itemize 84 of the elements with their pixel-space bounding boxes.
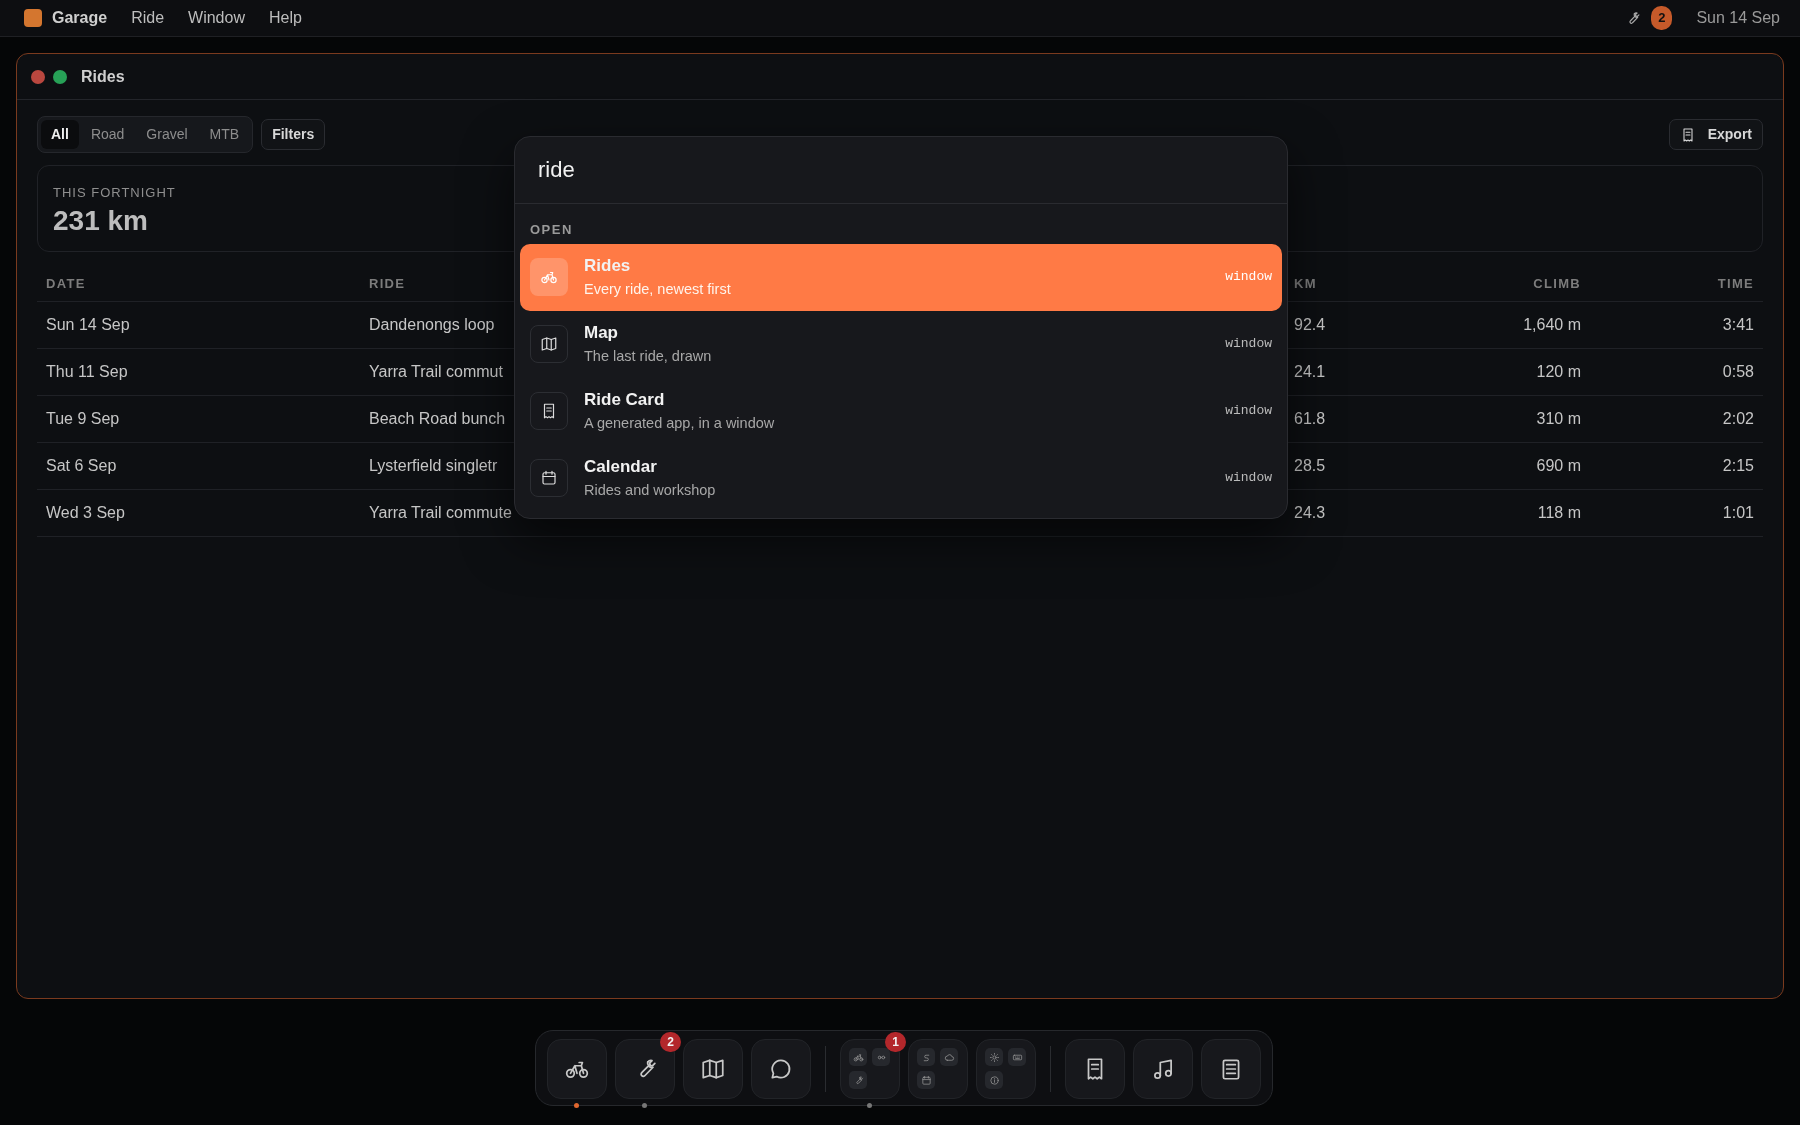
table-cell: Yarra Trail commut xyxy=(369,362,503,380)
search-field[interactable]: ride xyxy=(515,137,1287,204)
result-title: Calendar xyxy=(584,456,658,479)
dock-folder[interactable] xyxy=(840,1039,900,1099)
dock-app-icon[interactable] xyxy=(615,1039,675,1099)
table-cell: Beach Road bunch xyxy=(369,409,506,427)
sun-icon xyxy=(988,1051,1000,1063)
table-cell: 2:02 xyxy=(1722,409,1754,427)
filters-button[interactable]: Filters xyxy=(261,119,326,150)
column-header[interactable]: KM xyxy=(1294,276,1317,291)
table-cell: Tue 9 Sep xyxy=(46,409,120,427)
table-cell: Sat 6 Sep xyxy=(46,456,117,474)
result-subtitle: Rides and workshop xyxy=(584,480,716,500)
menu-item[interactable]: Ride xyxy=(131,6,165,30)
result-tag: window xyxy=(1225,468,1272,488)
bicycle-icon xyxy=(852,1051,864,1063)
table-cell: Wed 3 Sep xyxy=(46,503,125,521)
filter-tab[interactable]: MTB xyxy=(199,120,250,149)
info-icon xyxy=(988,1074,1000,1086)
table-cell: 118 m xyxy=(1537,503,1581,521)
table-cell: 3:41 xyxy=(1722,315,1754,333)
result-subtitle: The last ride, drawn xyxy=(584,346,712,366)
table-cell: 61.8 xyxy=(1294,409,1326,427)
notification-badge: 2 xyxy=(660,1032,681,1052)
dock-app-icon[interactable] xyxy=(751,1039,811,1099)
app-logo-icon xyxy=(24,9,42,27)
filter-tab[interactable]: Road xyxy=(80,120,135,149)
result-subtitle: Every ride, newest first xyxy=(584,279,731,299)
table-cell: 120 m xyxy=(1536,362,1581,380)
table-cell: 0:58 xyxy=(1722,362,1754,380)
summary-value: 231 km xyxy=(53,204,148,238)
table-cell: Yarra Trail commute xyxy=(369,503,512,521)
filter-tab[interactable]: Gravel xyxy=(136,120,198,149)
dock-app-icon[interactable] xyxy=(683,1039,743,1099)
result-title: Ride Card xyxy=(584,389,666,412)
result-tag: window xyxy=(1225,267,1272,287)
table-cell: Sun 14 Sep xyxy=(46,315,130,333)
calendar-icon xyxy=(920,1074,932,1086)
table-cell: 92.4 xyxy=(1294,315,1326,333)
dock-folder[interactable] xyxy=(976,1039,1036,1099)
table-cell: Lysterfield singletr xyxy=(369,456,498,474)
table-cell: 24.3 xyxy=(1294,503,1326,521)
result-item[interactable]: Ride Card A generated app, in a window window xyxy=(520,377,1282,445)
result-item[interactable]: Calendar Rides and workshop window xyxy=(520,444,1282,512)
table-cell: 310 m xyxy=(1536,409,1581,427)
menu-item[interactable]: Window xyxy=(188,6,245,30)
app-name[interactable]: Garage xyxy=(52,6,108,30)
result-title: Map xyxy=(584,322,619,345)
calendar-icon xyxy=(540,469,558,487)
table-cell: 24.1 xyxy=(1294,362,1326,380)
result-tag: window xyxy=(1225,334,1272,354)
dock-app-icon[interactable] xyxy=(547,1039,607,1099)
table-cell: 28.5 xyxy=(1294,456,1326,474)
column-header[interactable]: RIDE xyxy=(369,276,406,291)
dock-app-icon[interactable] xyxy=(1201,1039,1261,1099)
result-item[interactable]: Map The last ride, drawn window xyxy=(520,310,1282,378)
result-tag: window xyxy=(1225,401,1272,421)
dock-app-icon[interactable] xyxy=(1065,1039,1125,1099)
window-title: Rides xyxy=(81,66,125,87)
dock-folder[interactable] xyxy=(908,1039,968,1099)
result-subtitle: A generated app, in a window xyxy=(584,413,775,433)
close-button[interactable] xyxy=(31,69,45,84)
summary-label: THIS FORTNIGHT xyxy=(53,184,176,202)
notification-badge: 1 xyxy=(885,1032,906,1052)
result-title: Rides xyxy=(584,255,632,278)
column-header[interactable]: TIME xyxy=(1717,276,1754,291)
map-icon xyxy=(540,335,558,353)
table-cell: Thu 11 Sep xyxy=(46,362,128,380)
column-header[interactable]: CLIMB xyxy=(1533,276,1581,291)
menu-bar-date: Sun 14 Sep xyxy=(1696,8,1780,28)
table-cell: Dandenongs loop xyxy=(369,315,495,333)
notification-badge: 2 xyxy=(1651,6,1673,30)
export-button[interactable]: Export xyxy=(1668,119,1763,150)
column-header[interactable]: DATE xyxy=(46,276,86,291)
section-label: OPEN xyxy=(529,221,574,239)
menu-item[interactable]: Help xyxy=(268,6,302,30)
table-cell: 1:01 xyxy=(1722,503,1754,521)
dock-app-icon[interactable] xyxy=(1133,1039,1193,1099)
table-cell: 690 m xyxy=(1536,456,1581,474)
zoom-button[interactable] xyxy=(53,69,67,84)
filter-tab[interactable]: All xyxy=(41,120,79,149)
table-cell: 1,640 m xyxy=(1523,315,1581,333)
cloud-icon xyxy=(943,1051,955,1063)
table-cell: 2:15 xyxy=(1722,456,1754,474)
